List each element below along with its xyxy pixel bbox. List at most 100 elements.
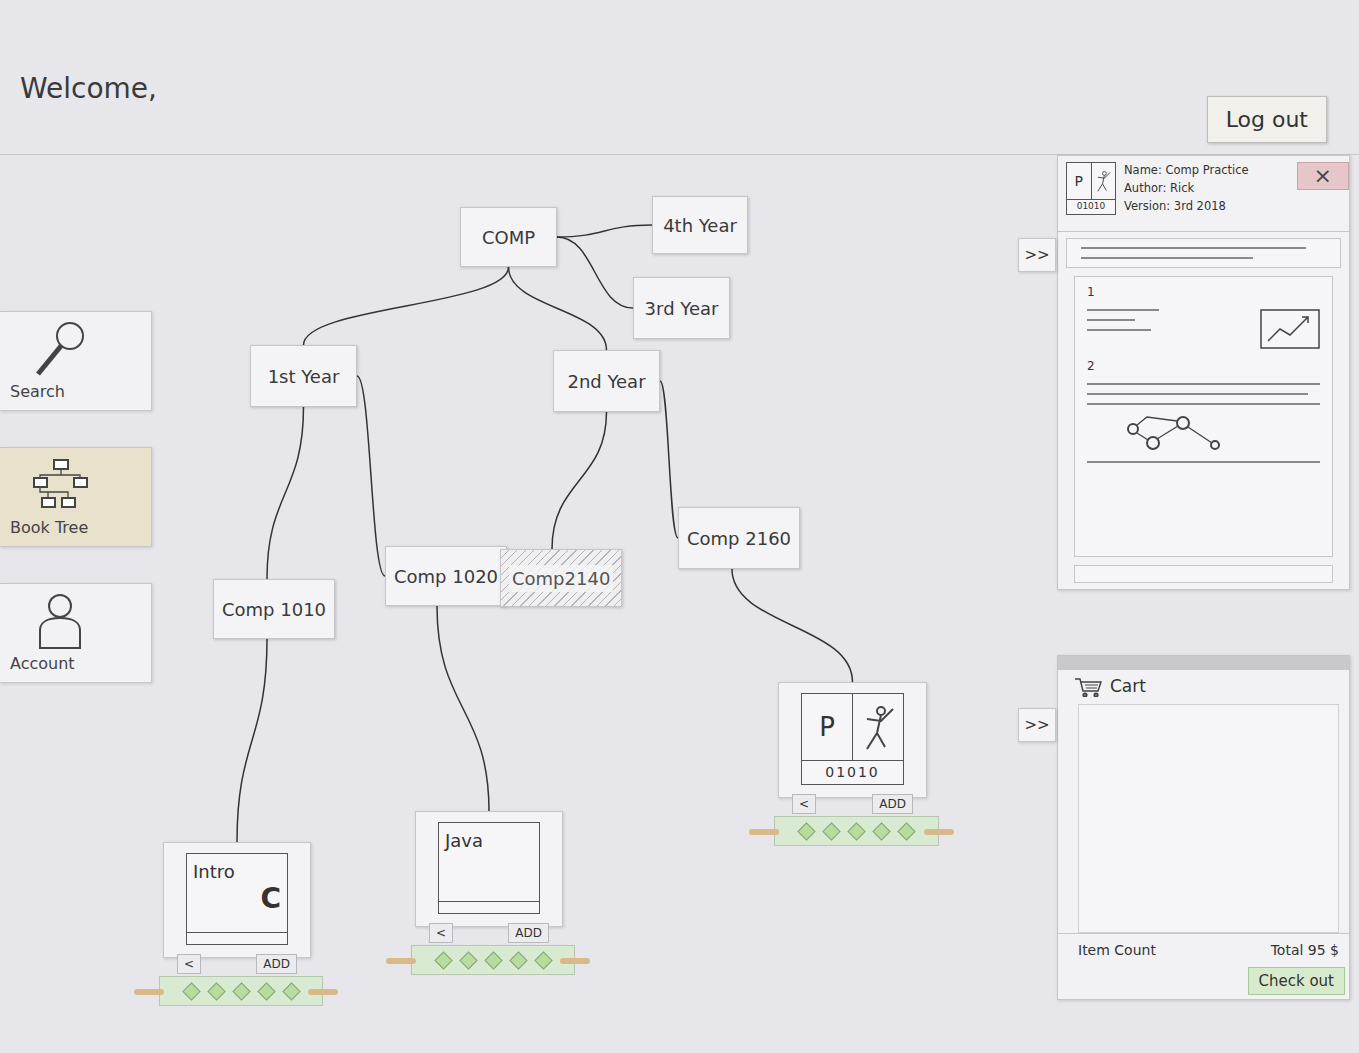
book-author: Author: Rick [1124, 180, 1249, 198]
cart-title-bar [1058, 656, 1349, 670]
tree-node[interactable]: Comp 1020 [385, 546, 507, 606]
book-tree-canvas: COMP 1st Year Comp 1010 IntroC < ADD Comp 1020… [160, 155, 1015, 1052]
tree-node-label: Comp2140 [509, 565, 613, 592]
tree-edge [552, 412, 607, 549]
rating-diamond [509, 951, 527, 969]
tree-node[interactable]: 4th Year [652, 196, 748, 254]
rating-strip[interactable] [774, 816, 939, 846]
tree-edge [237, 639, 267, 842]
rating-diamond [847, 822, 865, 840]
tree-node-label: Comp 1010 [222, 596, 326, 623]
close-button[interactable]: × [1297, 162, 1349, 190]
figure-icon [861, 703, 895, 751]
back-button[interactable]: < [792, 794, 816, 814]
book-cover[interactable]: IntroC [163, 842, 311, 958]
thumb-code: 01010 [1067, 199, 1115, 214]
sidebar-label: Book Tree [10, 516, 88, 540]
cart-panel: >>CartItem CountTotal 95 $Check out [1057, 655, 1350, 1000]
sidebar: Search Book Tree Account [0, 155, 160, 1052]
sidebar-item[interactable]: Account [0, 583, 152, 683]
book-card: Java < ADD [415, 811, 563, 975]
rating-diamond [434, 951, 452, 969]
book-version: Version: 3rd 2018 [1124, 198, 1249, 216]
cover-frame: Java [438, 822, 540, 914]
collapse-button[interactable]: >> [1018, 708, 1056, 742]
tree-node-label: Comp 1020 [394, 563, 498, 590]
details-footer [1074, 565, 1333, 583]
tree-node-label: COMP [482, 224, 535, 251]
cart-title: Cart [1110, 674, 1146, 700]
top-header: Welcome, Log out [0, 0, 1359, 155]
book-card: P01010 < ADD [778, 682, 927, 846]
rating-diamond [459, 951, 477, 969]
collapse-button[interactable]: >> [1018, 238, 1056, 272]
rating-strip[interactable] [411, 945, 575, 975]
book-tools: < ADD [415, 923, 563, 943]
rating-diamond [822, 822, 840, 840]
tree-edge [732, 569, 853, 682]
thumb-letter: P [1067, 163, 1092, 199]
tree-edge [304, 267, 509, 345]
tree-edge [557, 225, 652, 237]
cover-letter: P [802, 694, 853, 760]
logout-button[interactable]: Log out [1207, 96, 1327, 143]
rating-diamond [534, 951, 552, 969]
tree-node-label: 2nd Year [567, 368, 645, 395]
add-button[interactable]: ADD [872, 794, 913, 814]
tree-edge [509, 267, 607, 350]
tree-node[interactable]: 2nd Year [553, 350, 660, 412]
book-card: IntroC < ADD [163, 842, 311, 1006]
back-button[interactable]: < [429, 923, 453, 943]
tree-edge [267, 407, 304, 579]
cart-summary: Item CountTotal 95 $ [1058, 933, 1349, 963]
rating-diamond [282, 982, 300, 1000]
checkout-button[interactable]: Check out [1248, 967, 1345, 996]
cover-title: C [187, 885, 287, 913]
right-panels: >>P01010Name: Comp PracticeAuthor: RickV… [1015, 155, 1359, 1052]
cover-frame: IntroC [186, 853, 288, 945]
cover-title: Java [439, 823, 539, 854]
tree-node[interactable]: 1st Year [250, 345, 357, 407]
add-button[interactable]: ADD [508, 923, 549, 943]
add-button[interactable]: ADD [256, 954, 297, 974]
tree-node[interactable]: Comp 1010 [213, 579, 335, 639]
tree-node-label: Comp 2160 [687, 525, 791, 552]
tree-node[interactable]: Comp2140 [500, 549, 622, 607]
graph-icon [1117, 413, 1227, 453]
sidebar-item[interactable]: Search [0, 311, 152, 411]
tree-node[interactable]: Comp 2160 [678, 507, 800, 569]
book-thumbnail: P01010 [1066, 162, 1116, 215]
cover-code: 01010 [802, 760, 903, 784]
sidebar-label: Search [10, 380, 65, 404]
rating-strip[interactable] [159, 976, 323, 1006]
details-panel: >>P01010Name: Comp PracticeAuthor: RickV… [1057, 155, 1350, 590]
document-preview: 12 [1074, 276, 1333, 557]
cart-items [1078, 704, 1339, 933]
rating-diamond [182, 982, 200, 1000]
tree-node-label: 4th Year [663, 212, 737, 239]
tree-edge [357, 376, 385, 576]
book-cover[interactable]: Java [415, 811, 563, 927]
cart-header: Cart [1058, 670, 1349, 704]
tree-node-label: 3rd Year [645, 295, 719, 322]
rating-diamond [207, 982, 225, 1000]
tree-node[interactable]: 3rd Year [633, 277, 730, 339]
tree-edge [660, 381, 678, 538]
cart-icon [1074, 677, 1102, 697]
person-icon [28, 590, 92, 652]
book-tools: < ADD [163, 954, 311, 974]
greeting: Welcome, [0, 0, 157, 110]
section-number: 1 [1087, 283, 1320, 301]
details-header: P01010Name: Comp PracticeAuthor: RickVer… [1058, 156, 1349, 232]
tree-node[interactable]: COMP [460, 207, 557, 267]
search-icon [28, 318, 92, 380]
rating-diamond [257, 982, 275, 1000]
cover-title: Intro [187, 854, 287, 885]
tree-icon [28, 454, 92, 516]
book-info: Name: Comp PracticeAuthor: RickVersion: … [1124, 162, 1249, 215]
sidebar-item[interactable]: Book Tree [0, 447, 152, 547]
cover-frame: P01010 [801, 693, 904, 785]
book-tools: < ADD [778, 794, 927, 814]
book-cover[interactable]: P01010 [778, 682, 927, 798]
back-button[interactable]: < [177, 954, 201, 974]
